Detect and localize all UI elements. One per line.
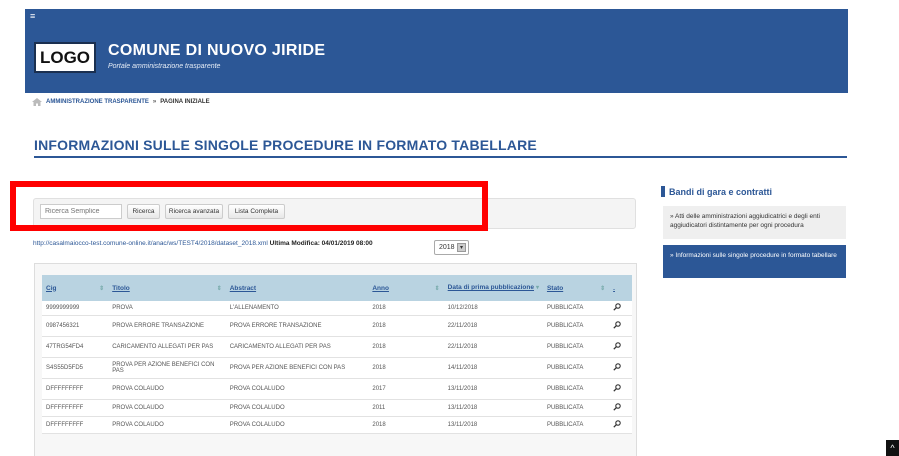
table-cell: PROVA COLAUDO [108, 399, 226, 417]
breadcrumb: AMMINISTRAZIONE TRASPARENTE » PAGINA INI… [32, 98, 210, 106]
table-cell: 13/11/2018 [443, 416, 543, 434]
row-action-cell [609, 399, 632, 417]
table-cell: 13/11/2018 [443, 399, 543, 417]
search-icon[interactable] [613, 402, 621, 411]
procedures-table: Cig ⇕ Titolo ⇕ Abstract Anno ⇕ Data di prim… [42, 275, 632, 434]
hamburger-icon[interactable]: ≡ [30, 12, 35, 21]
dataset-link[interactable]: http://casalmaiocco-test.comune-online.i… [33, 240, 268, 247]
last-modified-label: Ultima Modifica: 04/01/2019 08:00 [269, 240, 373, 247]
table-row[interactable]: DFFFFFFFFF PROVA COLAUDO PROVA COLALUDO 201… [42, 416, 632, 434]
breadcrumb-current: PAGINA INIZIALE [160, 99, 210, 105]
table-cell: PUBBLICATA [542, 416, 610, 434]
table-cell: L'ALLENAMENTO [225, 301, 369, 316]
table-cell: 2018 [368, 336, 444, 358]
table-cell: 2018 [368, 301, 444, 316]
dataset-info: http://casalmaiocco-test.comune-online.i… [33, 240, 373, 247]
table-cell: PROVA COLAUDO [108, 378, 226, 400]
table-cell: PUBBLICATA [542, 336, 610, 358]
column-header-abstract[interactable]: Abstract [225, 275, 369, 301]
row-action-cell [609, 357, 632, 379]
table-cell: S4S55D5FD5 [42, 357, 109, 379]
row-action-cell [609, 315, 632, 337]
row-action-cell [609, 416, 632, 434]
breadcrumb-link[interactable]: AMMINISTRAZIONE TRASPARENTE [46, 99, 149, 105]
table-cell: PROVA ERRORE TRANSAZIONE [108, 315, 226, 337]
table-cell: DFFFFFFFFF [42, 378, 109, 400]
table-cell: DFFFFFFFFF [42, 399, 109, 417]
table-cell: PROVA COLALUDO [225, 399, 369, 417]
table-cell: PROVA COLAUDO [108, 416, 226, 434]
column-header-titolo[interactable]: Titolo ⇕ [108, 275, 226, 301]
chevron-up-icon[interactable]: ^ [886, 440, 899, 456]
site-header: ≡ LOGO COMUNE DI NUOVO JIRIDE Portale am… [25, 9, 848, 93]
search-icon[interactable] [613, 419, 621, 428]
table-cell: 2011 [368, 399, 444, 417]
table-cell: PROVA COLALUDO [225, 378, 369, 400]
search-icon[interactable] [613, 362, 621, 371]
table-cell: 2018 [368, 315, 444, 337]
table-cell: PROVA COLALUDO [225, 416, 369, 434]
table-cell: PUBBLICATA [542, 301, 610, 316]
table-cell: 13/11/2018 [443, 378, 543, 400]
table-cell: PROVA PER AZIONE BENEFICI CON PAS [225, 357, 369, 379]
table-cell: 0987456321 [42, 315, 109, 337]
table-cell: 9999999999 [42, 301, 109, 316]
table-row[interactable]: 47TRG54FD4 CARICAMENTO ALLEGATI PER PAS CA… [42, 336, 632, 358]
site-logo[interactable]: LOGO [34, 42, 96, 73]
table-cell: 22/11/2018 [443, 336, 543, 358]
table-cell: 47TRG54FD4 [42, 336, 109, 358]
table-cell: PUBBLICATA [542, 315, 610, 337]
year-select[interactable]: 2018 ▾ [434, 240, 469, 255]
site-subtitle: Portale amministrazione trasparente [108, 63, 221, 70]
table-cell: 2018 [368, 416, 444, 434]
table-cell: 10/12/2018 [443, 301, 543, 316]
sidebar-title-text: Bandi di gara e contratti [669, 186, 773, 197]
row-action-cell [609, 378, 632, 400]
year-select-value: 2018 [439, 244, 455, 251]
table-row[interactable]: 9999999999 PROVA L'ALLENAMENTO 2018 10/12/20… [42, 301, 632, 316]
table-cell: 2017 [368, 378, 444, 400]
title-divider [34, 156, 847, 158]
sidebar-title: Bandi di gara e contratti [661, 186, 772, 197]
column-header-actions: . [609, 275, 632, 301]
column-header-stato[interactable]: Stato ⇕ [542, 275, 610, 301]
table-cell: PROVA [108, 301, 226, 316]
table-cell: DFFFFFFFFF [42, 416, 109, 434]
search-icon[interactable] [613, 320, 621, 329]
breadcrumb-separator: » [152, 99, 157, 105]
table-cell: CARICAMENTO ALLEGATI PER PAS [108, 336, 226, 358]
table-cell: CARICAMENTO ALLEGATI PER PAS [225, 336, 369, 358]
table-cell: 22/11/2018 [443, 315, 543, 337]
column-header-cig[interactable]: Cig ⇕ [42, 275, 109, 301]
sidebar-title-marker [661, 186, 665, 197]
table-cell: PROVA ERRORE TRANSAZIONE [225, 315, 369, 337]
sidebar-item-informazioni[interactable]: » Informazioni sulle singole procedure i… [663, 245, 846, 278]
table-row[interactable]: S4S55D5FD5 PROVA PER AZIONE BENEFICI CON … [42, 357, 632, 379]
row-action-cell [609, 301, 632, 316]
table-cell: 14/11/2018 [443, 357, 543, 379]
table-cell: PUBBLICATA [542, 399, 610, 417]
table-cell: PROVA PER AZIONE BENEFICI CON PAS [108, 357, 226, 379]
search-icon[interactable] [613, 302, 621, 311]
search-icon[interactable] [613, 341, 621, 350]
sidebar-item-atti[interactable]: » Atti delle amministrazioni aggiudicatr… [663, 206, 846, 239]
table-cell: PUBBLICATA [542, 357, 610, 379]
site-title[interactable]: COMUNE DI NUOVO JIRIDE [108, 42, 325, 60]
row-action-cell [609, 336, 632, 358]
table-row[interactable]: DFFFFFFFFF PROVA COLAUDO PROVA COLALUDO 201… [42, 399, 632, 417]
home-icon[interactable] [32, 98, 42, 106]
table-header-row: Cig ⇕ Titolo ⇕ Abstract Anno ⇕ Data di prim… [42, 275, 632, 301]
table-row[interactable]: 0987456321 PROVA ERRORE TRANSAZIONE PROVA … [42, 315, 632, 337]
column-header-data[interactable]: Data di prima pubblicazione ▾ [443, 275, 543, 301]
search-icon[interactable] [613, 383, 621, 392]
page-title: INFORMAZIONI SULLE SINGOLE PROCEDURE IN … [34, 137, 537, 153]
table-row[interactable]: DFFFFFFFFF PROVA COLAUDO PROVA COLALUDO 201… [42, 378, 632, 400]
column-header-anno[interactable]: Anno ⇕ [368, 275, 444, 301]
highlight-box [10, 181, 488, 231]
table-body: 9999999999 PROVA L'ALLENAMENTO 2018 10/12/20… [42, 301, 632, 434]
table-cell: PUBBLICATA [542, 378, 610, 400]
chevron-down-icon[interactable]: ▾ [457, 243, 466, 252]
table-cell: 2018 [368, 357, 444, 379]
